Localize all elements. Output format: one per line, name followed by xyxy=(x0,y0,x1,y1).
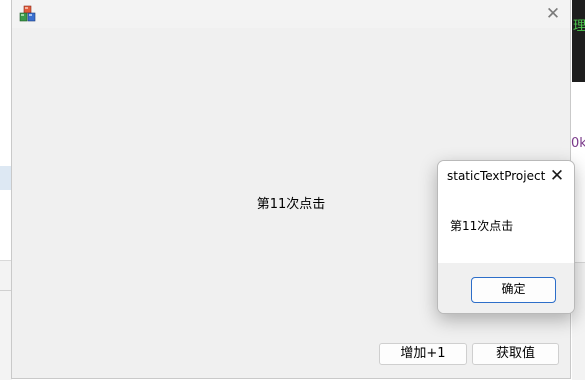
add-one-button[interactable]: 增加+1 xyxy=(379,343,467,365)
message-text: 第11次点击 xyxy=(450,219,514,233)
background-terminal-strip xyxy=(572,0,585,82)
background-text-fragment: 理 xyxy=(573,19,585,34)
message-box-content: 第11次点击 xyxy=(438,191,574,263)
message-box: staticTextProject ✕ 第11次点击 确定 xyxy=(437,160,575,314)
message-box-title: staticTextProject xyxy=(447,169,546,183)
close-icon[interactable]: ✕ xyxy=(542,4,564,24)
ok-button[interactable]: 确定 xyxy=(471,277,556,303)
close-icon[interactable]: ✕ xyxy=(546,165,568,187)
main-titlebar[interactable]: ✕ xyxy=(12,0,570,28)
get-value-button[interactable]: 获取值 xyxy=(472,343,559,365)
message-box-titlebar[interactable]: staticTextProject ✕ xyxy=(438,161,574,191)
colored-cubes-icon xyxy=(19,5,37,23)
background-text-fragment: 0k xyxy=(571,136,585,151)
message-box-footer: 确定 xyxy=(438,263,574,313)
